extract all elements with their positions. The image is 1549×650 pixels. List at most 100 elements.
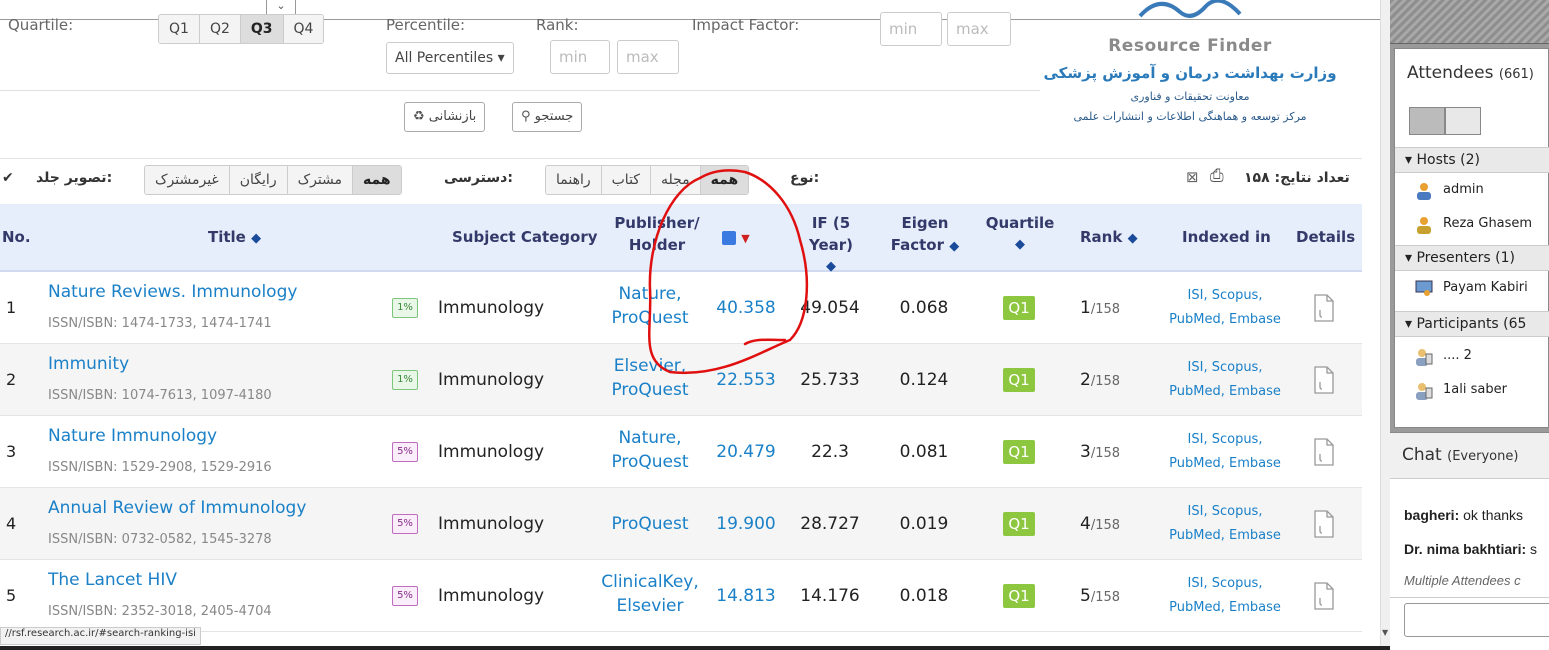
access-non-subscribed[interactable]: غیرمشترک [145, 166, 229, 194]
publisher-link[interactable]: Elsevier, [600, 354, 700, 378]
publisher-link[interactable]: ProQuest [600, 378, 700, 402]
impact-factor-value[interactable]: 22.553 [706, 370, 786, 390]
vertical-scrollbar[interactable]: ▼ [1380, 0, 1390, 646]
attendee-row[interactable]: Reza Ghasem [1395, 209, 1549, 241]
table-row[interactable]: 2 Immunity ISSN/ISBN: 1074-7613, 1097-4180… [0, 344, 1362, 416]
col-if[interactable]: ▼ [722, 226, 750, 250]
quartile-q3[interactable]: Q3 [239, 15, 283, 43]
col-eigen-line1: Eigen [901, 214, 949, 232]
index-links-line1[interactable]: ISI, Scopus, [1160, 572, 1290, 596]
type-journal[interactable]: مجله [649, 166, 700, 194]
attendees-count: (661) [1498, 67, 1534, 82]
chat-input[interactable] [1404, 603, 1549, 637]
divider [0, 158, 1362, 159]
hosts-group[interactable]: ▾ Hosts (2) [1395, 147, 1549, 173]
journal-title-link[interactable]: The Lancet HIV [48, 570, 177, 590]
table-row[interactable]: 5 The Lancet HIV ISSN/ISBN: 2352-3018, 240… [0, 560, 1362, 632]
index-links-line1[interactable]: ISI, Scopus, [1160, 428, 1290, 452]
expand-triangle-icon: ▾ [1405, 152, 1413, 168]
rank-max-input[interactable]: max [617, 40, 679, 74]
journal-title-link[interactable]: Nature Immunology [48, 426, 217, 446]
details-document-icon[interactable] [1312, 582, 1336, 610]
attendee-row[interactable]: .... 2 [1395, 341, 1549, 373]
rank-total: /158 [1090, 374, 1121, 389]
typing-indicator: Multiple Attendees c [1404, 573, 1521, 588]
type-label: نوع: [790, 170, 820, 186]
index-links-line2[interactable]: PubMed, Embase [1160, 308, 1290, 332]
excel-export-icon[interactable]: ⊠ [1186, 168, 1199, 186]
row-number: 2 [6, 370, 17, 389]
impact-factor-value[interactable]: 19.900 [706, 514, 786, 534]
journal-title-link[interactable]: Immunity [48, 354, 129, 374]
publisher-link[interactable]: ProQuest [600, 512, 700, 536]
journal-title-link[interactable]: Nature Reviews. Immunology [48, 282, 297, 302]
logo-title: Resource Finder [1108, 36, 1272, 56]
details-document-icon[interactable] [1312, 294, 1336, 322]
details-document-icon[interactable] [1312, 366, 1336, 394]
presenters-group[interactable]: ▾ Presenters (1) [1395, 245, 1549, 271]
access-all[interactable]: همه [352, 166, 401, 194]
col-eigen[interactable]: Eigen Factor ◆ [884, 212, 966, 258]
rank-min-input[interactable]: min [550, 40, 610, 74]
publisher-link[interactable]: ProQuest [600, 450, 700, 474]
journal-title-link[interactable]: Annual Review of Immunology [48, 498, 306, 518]
attendees-pod: Attendees (661) ▾ Hosts (2) admin Reza G… [1394, 48, 1549, 428]
table-row[interactable]: 1 Nature Reviews. Immunology ISSN/ISBN: 14… [0, 272, 1362, 344]
rank-number: 2 [1080, 370, 1091, 390]
type-guide[interactable]: راهنما [546, 166, 601, 194]
details-document-icon[interactable] [1312, 438, 1336, 466]
col-quartile[interactable]: Quartile ◆ [984, 212, 1056, 256]
col-if5[interactable]: IF (5 Year) ◆ [790, 212, 872, 278]
impact-factor-value[interactable]: 40.358 [706, 298, 786, 318]
access-subscribed[interactable]: مشترک [286, 166, 353, 194]
publisher-link[interactable]: Elsevier [600, 594, 700, 618]
index-links-line2[interactable]: PubMed, Embase [1160, 452, 1290, 476]
publisher-link[interactable]: ProQuest [600, 306, 700, 330]
search-button[interactable]: ⚲ جستجو [512, 102, 583, 132]
index-links-line2[interactable]: PubMed, Embase [1160, 596, 1290, 620]
percentile-badge: 1% [392, 370, 418, 390]
index-links-line2[interactable]: PubMed, Embase [1160, 380, 1290, 404]
index-links-line1[interactable]: ISI, Scopus, [1160, 284, 1290, 308]
quartile-q1[interactable]: Q1 [159, 15, 199, 43]
quartile-q2[interactable]: Q2 [198, 15, 240, 43]
quartile-badge: Q1 [1003, 512, 1035, 536]
index-links-line1[interactable]: ISI, Scopus, [1160, 500, 1290, 524]
table-row[interactable]: 4 Annual Review of Immunology ISSN/ISBN: 0… [0, 488, 1362, 560]
col-rank[interactable]: Rank ◆ [1080, 226, 1138, 250]
details-document-icon[interactable] [1312, 510, 1336, 538]
eigen-factor-value: 0.068 [899, 298, 949, 318]
cover-check-icon[interactable]: ✔ [2, 170, 14, 186]
table-row[interactable]: 3 Nature Immunology ISSN/ISBN: 1529-2908, … [0, 416, 1362, 488]
subject-category: Immunology [438, 370, 545, 390]
if-min-input[interactable]: min [880, 12, 942, 46]
expand-triangle-icon: ▾ [1405, 250, 1413, 266]
index-links-line1[interactable]: ISI, Scopus, [1160, 356, 1290, 380]
publisher-links: Nature, ProQuest [600, 282, 700, 330]
col-title[interactable]: Title ◆ [208, 226, 261, 250]
percentile-select[interactable]: All Percentiles ▾ [386, 42, 514, 74]
scroll-down-icon[interactable]: ▼ [1382, 628, 1388, 637]
if-max-input[interactable]: max [947, 12, 1011, 46]
print-icon[interactable]: ⎙ [1210, 166, 1224, 186]
publisher-link[interactable]: ClinicalKey, [600, 570, 700, 594]
attendee-row[interactable]: admin [1395, 175, 1549, 207]
attendees-title-label: Attendees [1407, 63, 1494, 83]
impact-factor-value[interactable]: 14.813 [706, 586, 786, 606]
indexed-in-links: ISI, Scopus, PubMed, Embase [1160, 428, 1290, 476]
list-view-icon[interactable] [1409, 107, 1445, 135]
user-card-view-icon[interactable] [1445, 107, 1481, 135]
index-links-line2[interactable]: PubMed, Embase [1160, 524, 1290, 548]
type-all[interactable]: همه [699, 166, 749, 194]
panel-header-pattern [1390, 0, 1549, 44]
type-book[interactable]: کتاب [600, 166, 650, 194]
attendee-row[interactable]: 1ali saber [1395, 375, 1549, 407]
access-free[interactable]: رایگان [228, 166, 287, 194]
participants-group[interactable]: ▾ Participants (65 [1395, 311, 1549, 337]
attendee-row[interactable]: Payam Kabiri [1395, 273, 1549, 305]
quartile-q4[interactable]: Q4 [282, 15, 324, 43]
impact-factor-value[interactable]: 20.479 [706, 442, 786, 462]
reset-button[interactable]: ♻ بازنشانی [404, 102, 486, 132]
publisher-link[interactable]: Nature, [600, 426, 700, 450]
publisher-link[interactable]: Nature, [600, 282, 700, 306]
